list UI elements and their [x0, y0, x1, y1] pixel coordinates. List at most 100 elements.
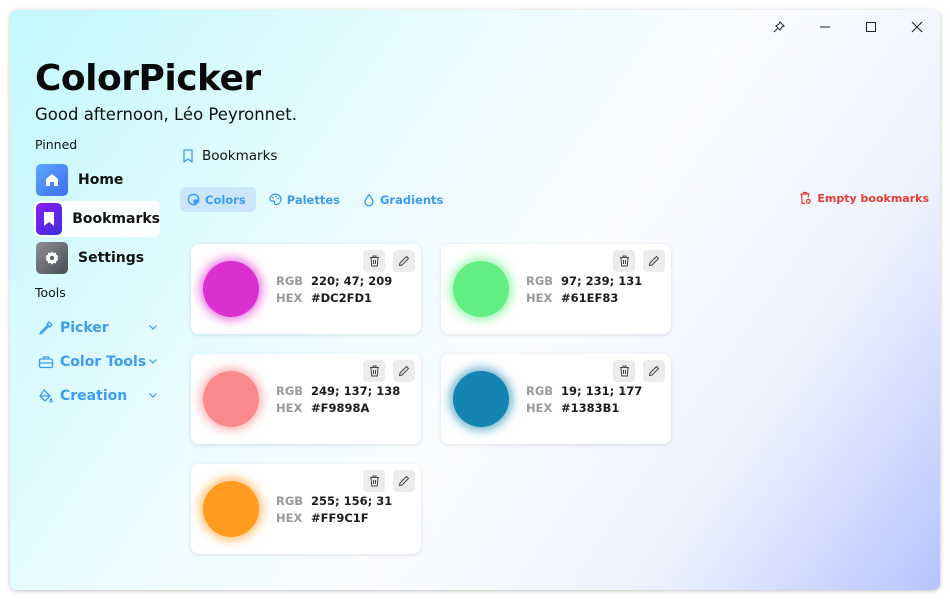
sidebar-item-label: Settings [78, 250, 145, 266]
drop-icon [364, 192, 374, 206]
color-swatch [203, 261, 259, 317]
hex-value: #F9898A [311, 401, 370, 415]
pin-button[interactable] [756, 10, 802, 44]
delete-button[interactable] [363, 360, 385, 382]
chevron-down-icon [149, 325, 157, 330]
tab-label: Gradients [379, 192, 444, 207]
color-values: RGB 249; 137; 138 HEX #F9898A [276, 383, 400, 417]
gear-icon [45, 251, 59, 265]
color-swatch [453, 371, 509, 427]
app-window: ColorPicker Good afternoon, Léo Peyronne… [10, 10, 940, 590]
tool-label: Color Tools [60, 354, 147, 370]
greeting-text: Good afternoon, Léo Peyronnet. [35, 105, 298, 124]
rgb-value: 255; 156; 31 [311, 494, 393, 508]
hex-value: #61EF83 [561, 291, 619, 305]
hex-label: HEX [276, 401, 303, 415]
empty-bookmarks-label: Empty bookmarks [817, 191, 929, 205]
edit-button[interactable] [643, 250, 665, 272]
pencil-icon [398, 475, 410, 487]
rgb-value: 19; 131; 177 [561, 384, 643, 398]
chevron-down-icon [149, 393, 157, 398]
delete-button[interactable] [363, 250, 385, 272]
minimize-button[interactable] [802, 10, 848, 44]
trash-icon [369, 255, 379, 267]
chevron-down-icon [149, 359, 157, 364]
tab-label: Palettes [286, 192, 340, 207]
sidebar-item-settings[interactable]: Settings [34, 240, 160, 276]
delete-button[interactable] [613, 360, 635, 382]
colors-icon [187, 193, 200, 206]
trash-icon [619, 365, 629, 377]
rgb-label: RGB [276, 274, 304, 288]
pencil-icon [648, 365, 660, 377]
bookmark-icon [44, 212, 55, 226]
pencil-icon [398, 365, 410, 377]
color-swatch [203, 371, 259, 427]
close-icon [911, 21, 923, 33]
color-values: RGB 97; 239; 131 HEX #61EF83 [526, 273, 642, 307]
home-icon [46, 174, 58, 186]
bookmark-icon-tile [36, 203, 63, 235]
color-card[interactable]: RGB 249; 137; 138 HEX #F9898A [191, 354, 421, 444]
gear-icon-tile [36, 242, 68, 274]
bookmark-tabs: Colors Palettes Gradients [180, 187, 459, 212]
sidebar-item-home[interactable]: Home [34, 162, 160, 198]
rgb-label: RGB [276, 384, 304, 398]
tab-gradients[interactable]: Gradients [356, 187, 453, 212]
color-card[interactable]: RGB 19; 131; 177 HEX #1383B1 [441, 354, 671, 444]
color-card[interactable]: RGB 220; 47; 209 HEX #DC2FD1 [191, 244, 421, 334]
pencil-icon [648, 255, 660, 267]
sidebar-item-label: Home [78, 172, 124, 188]
card-actions [605, 250, 665, 272]
tab-colors[interactable]: Colors [180, 187, 256, 212]
rgb-label: RGB [526, 274, 554, 288]
hex-label: HEX [276, 511, 303, 525]
page-heading: Bookmarks [182, 148, 277, 164]
color-card[interactable]: RGB 97; 239; 131 HEX #61EF83 [441, 244, 671, 334]
tool-label: Creation [60, 388, 128, 404]
card-actions [355, 360, 415, 382]
minimize-icon [820, 26, 830, 28]
color-values: RGB 19; 131; 177 HEX #1383B1 [526, 383, 642, 417]
color-card[interactable]: RGB 255; 156; 31 HEX #FF9C1F [191, 464, 421, 554]
hex-value: #FF9C1F [311, 511, 369, 525]
card-actions [355, 470, 415, 492]
hex-label: HEX [526, 291, 553, 305]
delete-button[interactable] [363, 470, 385, 492]
delete-all-icon [800, 191, 812, 205]
hex-label: HEX [276, 291, 303, 305]
maximize-button[interactable] [848, 10, 894, 44]
tab-palettes[interactable]: Palettes [262, 187, 350, 212]
hex-label: HEX [526, 401, 553, 415]
card-actions [355, 250, 415, 272]
pencil-icon [398, 255, 410, 267]
color-swatch [203, 481, 259, 537]
rgb-value: 97; 239; 131 [561, 274, 643, 288]
edit-button[interactable] [643, 360, 665, 382]
edit-button[interactable] [393, 470, 415, 492]
rgb-label: RGB [276, 494, 304, 508]
edit-button[interactable] [393, 250, 415, 272]
hex-value: #DC2FD1 [311, 291, 373, 305]
bookmark-outline-icon [183, 149, 193, 163]
trash-icon [369, 365, 379, 377]
sidebar-item-label: Bookmarks [72, 211, 160, 227]
card-actions [605, 360, 665, 382]
sidebar-tool-creation[interactable]: Creation [38, 384, 160, 408]
maximize-icon [866, 22, 876, 32]
sidebar-tool-picker[interactable]: Picker [38, 316, 160, 340]
palette-icon [269, 193, 282, 206]
delete-button[interactable] [613, 250, 635, 272]
sidebar-tool-color-tools[interactable]: Color Tools [38, 350, 160, 374]
empty-bookmarks-button[interactable]: Empty bookmarks [799, 191, 929, 205]
rgb-value: 220; 47; 209 [311, 274, 393, 288]
rgb-label: RGB [526, 384, 554, 398]
paint-bucket-icon [39, 389, 53, 403]
edit-button[interactable] [393, 360, 415, 382]
close-button[interactable] [894, 10, 940, 44]
sidebar-item-bookmarks[interactable]: Bookmarks [34, 201, 160, 237]
color-values: RGB 255; 156; 31 HEX #FF9C1F [276, 493, 392, 527]
pinned-section-label: Pinned [35, 137, 78, 152]
trash-icon [619, 255, 629, 267]
tool-label: Picker [60, 320, 109, 336]
